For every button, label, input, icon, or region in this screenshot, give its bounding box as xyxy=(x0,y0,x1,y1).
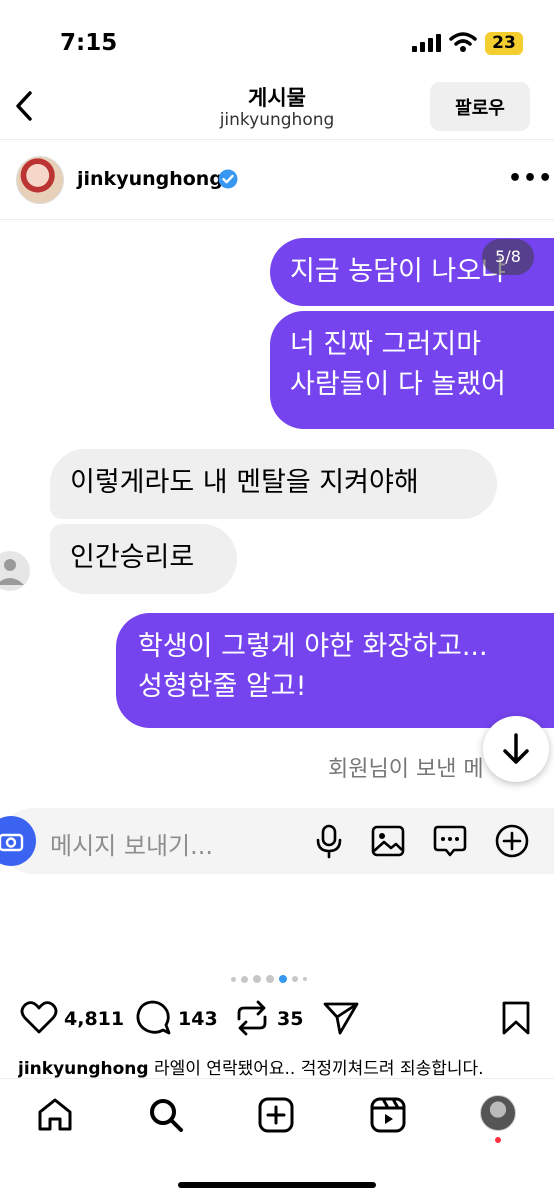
more-options-icon[interactable]: ••• xyxy=(508,166,553,191)
bookmark-icon[interactable] xyxy=(500,998,532,1038)
follow-button[interactable]: 팔로우 xyxy=(430,82,530,131)
battery-indicator: 23 xyxy=(485,32,523,55)
plus-circle-icon[interactable] xyxy=(494,823,530,859)
scroll-down-button[interactable] xyxy=(483,716,549,782)
status-bar: 7:15 23 xyxy=(0,0,554,74)
carousel-dot xyxy=(303,977,307,981)
author-username[interactable]: jinkyunghong xyxy=(77,168,223,190)
carousel-dot-active xyxy=(279,975,287,983)
create-post-icon[interactable] xyxy=(256,1095,296,1135)
carousel-dot xyxy=(292,976,298,982)
message-bubble-incoming: 이렇게라도 내 멘탈을 지켜야해 xyxy=(50,449,497,519)
gallery-icon[interactable] xyxy=(370,823,406,859)
home-icon[interactable] xyxy=(35,1095,75,1135)
carousel-dot xyxy=(231,976,236,982)
notification-dot xyxy=(495,1137,501,1143)
message-composer[interactable]: 메시지 보내기... xyxy=(0,808,554,874)
share-send-icon[interactable] xyxy=(322,998,360,1038)
post-image-chat: 지금 농담이 나오냐 5/8 너 진짜 그러지마 사람들이 다 놀랬어 이렇게라… xyxy=(0,221,554,956)
caption-text: 라엘이 연락됐어요.. 걱정끼쳐드려 죄송합니다. xyxy=(153,1059,484,1079)
sender-avatar-icon xyxy=(0,551,30,591)
comment-count[interactable]: 143 xyxy=(178,1008,218,1030)
carousel-dot xyxy=(253,975,261,983)
carousel-indicator xyxy=(231,973,307,985)
post-caption: jinkyunghong 라엘이 연락됐어요.. 걱정끼쳐드려 죄송합니다. xyxy=(18,1054,554,1079)
message-input-placeholder[interactable]: 메시지 보내기... xyxy=(50,826,213,861)
post-author-row: jinkyunghong ••• xyxy=(0,140,554,220)
camera-icon xyxy=(0,833,24,852)
home-indicator xyxy=(178,1182,376,1188)
carousel-dot xyxy=(266,975,274,983)
heart-icon[interactable] xyxy=(20,998,58,1038)
camera-button[interactable] xyxy=(0,816,36,866)
message-bubble-incoming: 인간승리로 xyxy=(50,524,237,594)
microphone-icon[interactable] xyxy=(311,823,347,859)
message-bubble-outgoing: 너 진짜 그러지마 사람들이 다 놀랬어 xyxy=(270,311,554,429)
reels-icon[interactable] xyxy=(368,1095,408,1135)
search-icon[interactable] xyxy=(146,1095,186,1135)
post-header: 게시물 jinkyunghong 팔로우 xyxy=(0,74,554,140)
comment-icon[interactable] xyxy=(134,998,172,1038)
repost-count[interactable]: 35 xyxy=(277,1008,303,1030)
status-time: 7:15 xyxy=(60,30,118,56)
repost-icon[interactable] xyxy=(233,998,271,1038)
signal-icon xyxy=(412,34,441,52)
carousel-dot xyxy=(241,975,248,983)
image-counter: 5/8 xyxy=(482,239,534,275)
author-avatar[interactable] xyxy=(16,156,64,204)
sent-note: 회원님이 보낸 메 xyxy=(328,757,484,782)
post-actions: 4,811 143 35 xyxy=(0,998,554,1042)
profile-avatar[interactable] xyxy=(480,1095,516,1131)
bottom-navigation xyxy=(0,1078,554,1199)
verified-badge-icon xyxy=(218,169,238,189)
like-count[interactable]: 4,811 xyxy=(64,1008,124,1030)
wifi-icon xyxy=(449,32,477,52)
caption-username[interactable]: jinkyunghong xyxy=(18,1059,149,1079)
arrow-down-icon xyxy=(503,733,529,764)
message-bubble-outgoing: 학생이 그렇게 야한 화장하고... 성형한줄 알고! xyxy=(116,613,554,728)
chat-sticker-icon[interactable] xyxy=(432,823,468,859)
